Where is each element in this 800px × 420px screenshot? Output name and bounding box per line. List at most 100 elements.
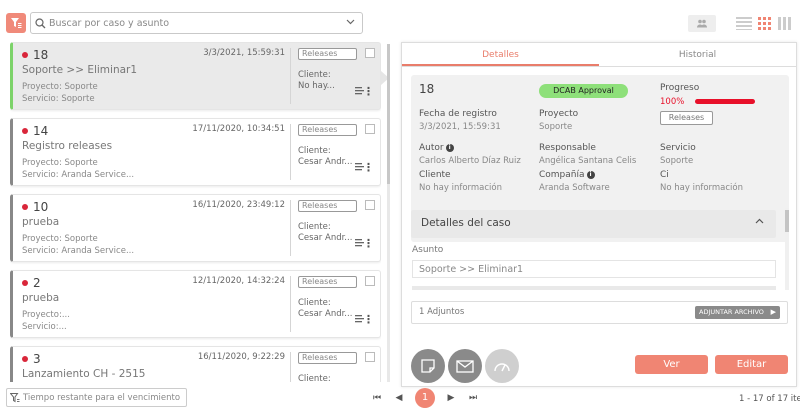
dashboard-button[interactable] — [485, 349, 519, 383]
case-subject: prueba — [22, 292, 60, 304]
more-options-icon[interactable]: ⋮ — [363, 85, 374, 98]
unread-dot — [22, 128, 28, 134]
card-divider — [290, 200, 291, 256]
more-options-icon[interactable]: ⋮ — [363, 161, 374, 174]
case-service: Servicio: Aranda Service... — [22, 246, 135, 256]
search-input[interactable]: Buscar por caso y asunto — [49, 18, 346, 29]
status-badge: DCAB Approval — [539, 84, 628, 98]
client-value: No hay... — [298, 81, 335, 91]
detail-tabs: Detalles Historial — [402, 43, 796, 67]
case-project: Proyecto: Soporte — [22, 82, 98, 92]
client-label: Cliente: — [298, 70, 331, 80]
list-scrollbar[interactable] — [387, 44, 390, 382]
select-checkbox[interactable] — [365, 352, 375, 362]
select-checkbox[interactable] — [365, 276, 375, 286]
client-label: Cliente: — [298, 222, 331, 232]
attachments-count[interactable]: 1 Adjuntos — [419, 307, 464, 317]
editar-button[interactable]: Editar — [715, 355, 788, 374]
item-count: 1 - 17 of 17 iter — [739, 394, 800, 404]
proyecto-value: Soporte — [539, 122, 573, 132]
case-card[interactable]: 3 16/11/2020, 9:22:29 Lanzamiento CH - 2… — [10, 346, 381, 382]
case-card[interactable]: 14 17/11/2020, 10:34:51 Registro release… — [10, 118, 381, 186]
section-title: Detalles del caso — [421, 217, 511, 229]
play-icon: ▶ — [770, 308, 776, 316]
autor-label: Autor — [419, 143, 444, 153]
case-subject: prueba — [22, 216, 60, 228]
case-card[interactable]: 18 3/3/2021, 15:59:31 Soporte >> Elimina… — [10, 42, 381, 110]
users-button[interactable] — [688, 15, 716, 32]
deadline-filter[interactable]: Tiempo restante para el vencimiento — [6, 388, 187, 407]
panel-scrollbar[interactable] — [785, 208, 789, 290]
case-service: Servicio: Soporte — [22, 94, 95, 104]
more-options-icon[interactable]: ⋮ — [363, 237, 374, 250]
case-service: Servicio: Aranda Service... — [22, 170, 135, 180]
case-number: 3 — [33, 352, 41, 366]
list-scrollbar-thumb[interactable] — [387, 44, 390, 184]
tab-historial[interactable]: Historial — [599, 43, 796, 66]
progress-label: Progreso — [660, 83, 700, 93]
detalles-caso-header[interactable]: Detalles del caso — [411, 210, 776, 238]
progress-percent: 100% — [660, 97, 685, 107]
email-button[interactable] — [448, 349, 482, 383]
case-project: Proyecto:... — [22, 310, 70, 320]
attach-file-button[interactable]: ADJUNTAR ARCHIVO ▶ — [695, 306, 780, 319]
asunto-field[interactable]: Soporte >> Eliminar1 — [412, 260, 776, 278]
footer: Tiempo restante para el vencimiento ⏮ ◀ … — [0, 385, 800, 413]
ci-label: Ci — [660, 170, 669, 180]
prev-page-icon[interactable]: ◀ — [393, 393, 405, 403]
case-card[interactable]: 2 12/11/2020, 14:32:24 prueba Proyecto:.… — [10, 270, 381, 338]
filter-icon — [11, 18, 22, 28]
attach-file-label: ADJUNTAR ARCHIVO — [699, 308, 764, 316]
compania-value: Aranda Software — [539, 183, 610, 193]
case-subject: Soporte >> Eliminar1 — [22, 64, 138, 76]
note-icon — [421, 359, 435, 373]
case-number: 18 — [419, 82, 435, 96]
detail-panel: Detalles Historial 18 DCAB Approval Prog… — [401, 42, 797, 387]
asunto-label: Asunto — [412, 245, 444, 255]
responsable-value: Angélica Santana Celis — [539, 156, 637, 166]
tab-detalles[interactable]: Detalles — [402, 43, 599, 66]
releases-tag: Releases — [298, 276, 357, 288]
chevron-down-icon[interactable] — [346, 18, 362, 28]
ver-button[interactable]: Ver — [635, 355, 708, 374]
case-number: 2 — [33, 276, 41, 290]
case-project: Proyecto: Soporte — [22, 234, 98, 244]
case-subject: Registro releases — [22, 140, 113, 152]
case-date: 12/11/2020, 14:32:24 — [192, 276, 285, 286]
note-button[interactable] — [411, 349, 445, 383]
current-page[interactable]: 1 — [415, 388, 435, 408]
filter-button[interactable] — [6, 13, 26, 33]
autor-value: Carlos Alberto Díaz Ruiz — [419, 156, 521, 166]
cliente-label: Cliente — [419, 170, 451, 180]
first-page-icon[interactable]: ⏮ — [371, 393, 383, 403]
attachments-bar: 1 Adjuntos ADJUNTAR ARCHIVO ▶ — [411, 301, 788, 324]
select-checkbox[interactable] — [365, 124, 375, 134]
case-number: 18 — [33, 48, 49, 62]
case-card[interactable]: 10 16/11/2020, 23:49:12 prueba Proyecto:… — [10, 194, 381, 262]
unread-dot — [22, 52, 28, 58]
board-view-icon[interactable] — [778, 17, 792, 30]
view-switcher — [688, 15, 792, 32]
autor-field: Autor i — [419, 143, 454, 153]
list-view-icon[interactable] — [736, 17, 752, 30]
case-date: 3/3/2021, 15:59:31 — [203, 48, 285, 58]
info-icon[interactable]: i — [445, 143, 454, 152]
more-options-icon[interactable]: ⋮ — [363, 313, 374, 326]
info-icon[interactable]: i — [586, 170, 595, 179]
client-label: Cliente: — [298, 374, 331, 382]
grid-view-icon[interactable] — [758, 17, 772, 30]
case-list: 18 3/3/2021, 15:59:31 Soporte >> Elimina… — [10, 42, 381, 382]
next-page-icon[interactable]: ▶ — [445, 393, 457, 403]
select-checkbox[interactable] — [365, 200, 375, 210]
select-checkbox[interactable] — [365, 48, 375, 58]
case-project: Proyecto: Soporte — [22, 158, 98, 168]
chevron-up-icon[interactable] — [755, 217, 764, 227]
panel-scrollbar-thumb[interactable] — [785, 210, 789, 232]
last-page-icon[interactable]: ⏭ — [467, 393, 479, 403]
releases-tag: Releases — [298, 352, 357, 364]
case-date: 16/11/2020, 23:49:12 — [192, 200, 285, 210]
top-bar: Buscar por caso y asunto — [0, 0, 800, 44]
releases-button[interactable]: Releases — [660, 111, 713, 125]
users-icon — [697, 19, 707, 28]
search-box[interactable]: Buscar por caso y asunto — [30, 12, 363, 34]
